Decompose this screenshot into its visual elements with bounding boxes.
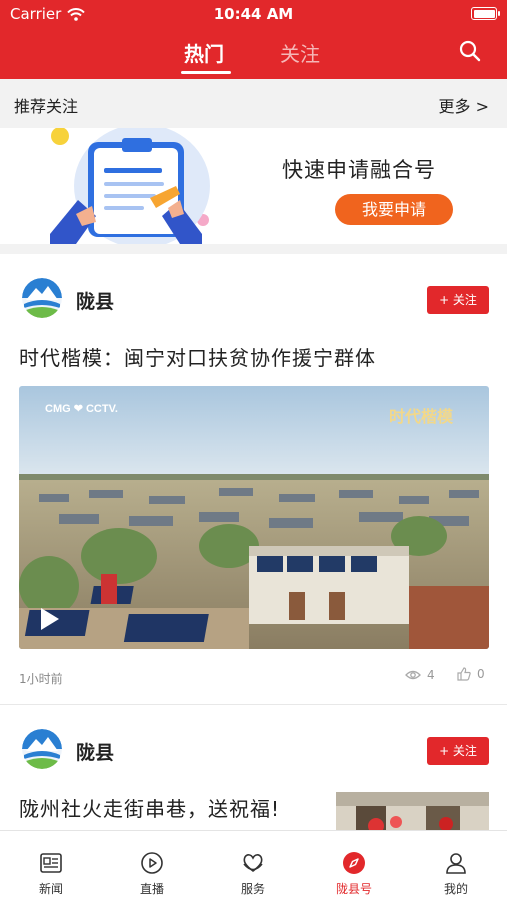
tab-news[interactable]: 新闻: [11, 831, 91, 900]
banner-title: 快速申请融合号: [282, 158, 436, 182]
author-name[interactable]: 陇县: [76, 738, 114, 765]
county-logo: [22, 278, 62, 318]
search-icon[interactable]: [459, 40, 481, 62]
battery-icon: [471, 7, 500, 20]
tab-service[interactable]: 服务: [213, 831, 293, 900]
active-tab-indicator: [181, 71, 231, 74]
recommend-title: 推荐关注: [14, 97, 79, 116]
play-icon: [141, 852, 163, 874]
more-link[interactable]: 更多 >: [439, 93, 490, 117]
news-icon: [40, 853, 62, 873]
festival-image: [336, 792, 489, 830]
feed-card[interactable]: 陇县 + 关注 时代楷模：闽宁对口扶贫协作援宁群体 CMG ❤ CCTV. 时代…: [0, 254, 507, 704]
bottom-tab-bar: 新闻 直播 服务 陇县号 我的: [0, 830, 507, 900]
service-heart-icon: [243, 854, 263, 873]
clipboard-illustration: [50, 128, 210, 244]
publish-time: 1小时前: [19, 672, 63, 686]
county-logo: [22, 729, 62, 769]
tab-profile[interactable]: 我的: [416, 831, 496, 900]
recommend-bar: 推荐关注 更多 >: [0, 79, 507, 128]
view-count: 4: [427, 668, 435, 682]
tab-live-label: 直播: [139, 882, 164, 896]
article-thumbnail[interactable]: [336, 792, 489, 830]
tab-news-label: 新闻: [38, 882, 63, 896]
tab-profile-label: 我的: [443, 882, 468, 896]
tab-county-account[interactable]: 陇县号: [314, 831, 394, 900]
avatar[interactable]: [22, 729, 62, 769]
user-icon: [446, 853, 466, 874]
thumbs-up-icon[interactable]: [457, 667, 471, 681]
article-thumbnail[interactable]: CMG ❤ CCTV. 时代楷模: [19, 386, 489, 649]
top-tabs: 热门 关注: [0, 38, 507, 74]
app-header: Carrier 10:44 AM 热门 关注: [0, 0, 507, 79]
tab-follow[interactable]: 关注: [280, 38, 320, 67]
tab-live[interactable]: 直播: [112, 831, 192, 900]
tab-hot[interactable]: 热门: [184, 38, 224, 67]
cctv-watermark: CMG ❤ CCTV.: [45, 403, 118, 415]
compass-icon: [343, 852, 365, 874]
follow-button[interactable]: + 关注: [427, 286, 489, 314]
article-title[interactable]: 时代楷模：闽宁对口扶贫协作援宁群体: [19, 342, 376, 371]
follow-button[interactable]: + 关注: [427, 737, 489, 765]
apply-banner[interactable]: 快速申请融合号: [0, 128, 507, 244]
apply-button[interactable]: 我要申请: [335, 194, 453, 225]
author-name[interactable]: 陇县: [76, 287, 114, 314]
tab-county-account-label: 陇县号: [335, 882, 372, 896]
clock: 10:44 AM: [213, 5, 294, 23]
avatar[interactable]: [22, 278, 62, 318]
like-count: 0: [477, 667, 485, 681]
status-bar: Carrier 10:44 AM: [0, 0, 507, 28]
feed-card[interactable]: 陇县 + 关注 陇州社火走街串巷，送祝福!: [0, 705, 507, 830]
section-divider: [0, 244, 507, 254]
tab-service-label: 服务: [240, 882, 265, 896]
eye-icon: [405, 670, 421, 680]
solar-village-image: CMG ❤ CCTV. 时代楷模: [19, 386, 489, 649]
article-title[interactable]: 陇州社火走街串巷，送祝福!: [19, 793, 280, 822]
title-watermark: 时代楷模: [389, 407, 454, 426]
